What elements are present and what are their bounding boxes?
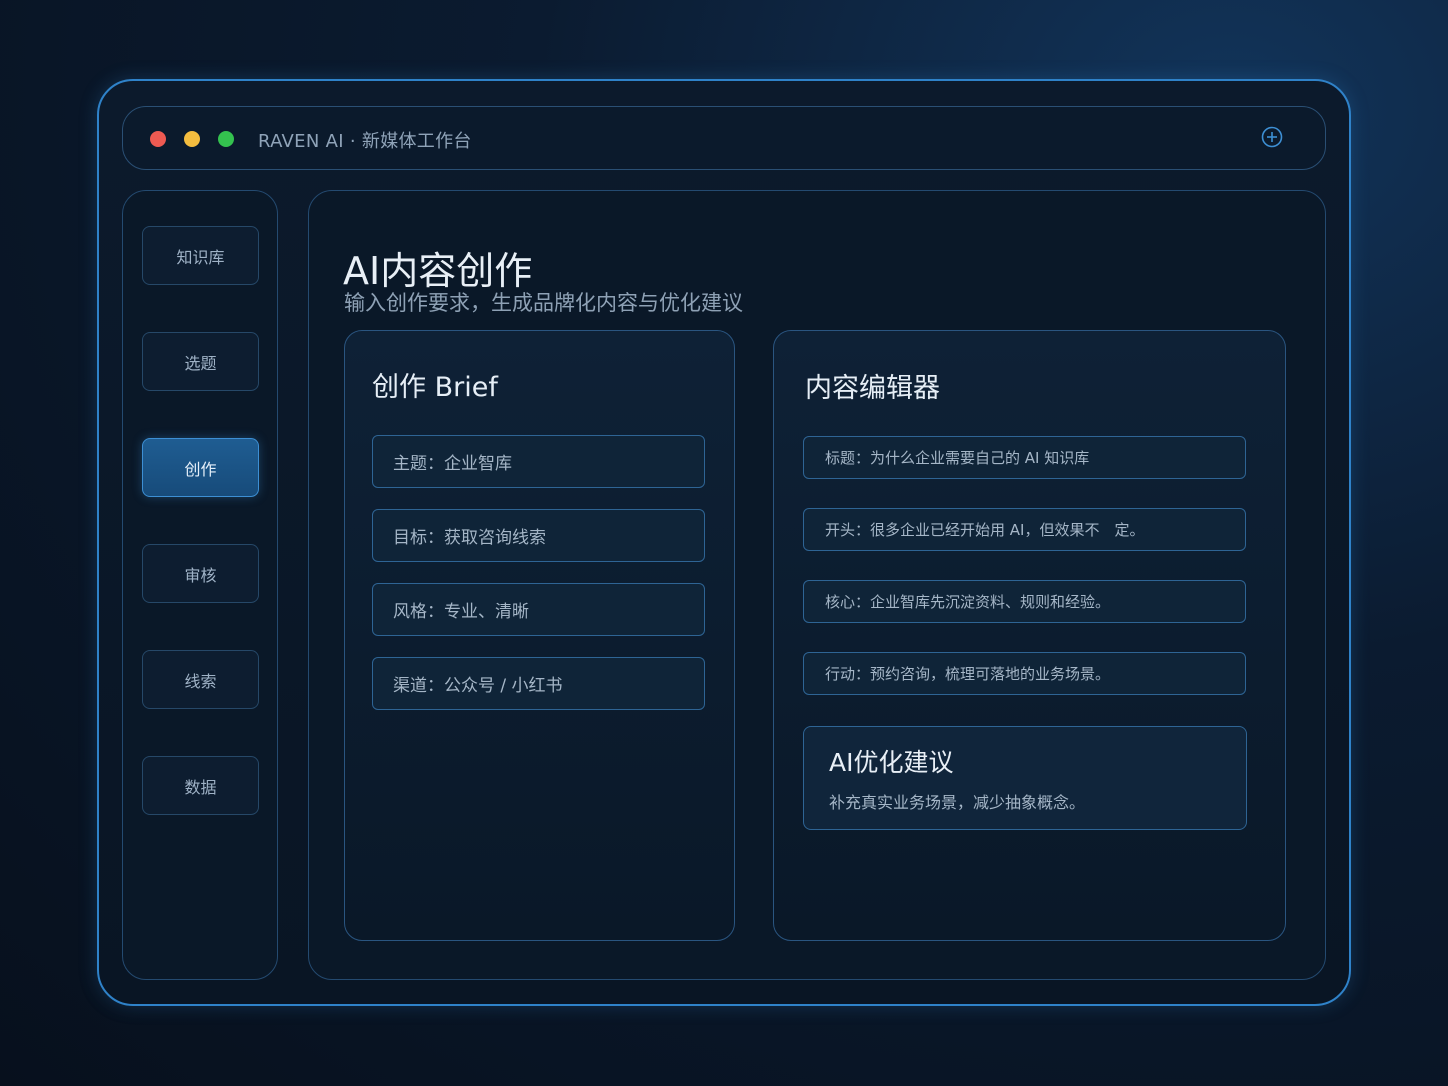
brief-style-field[interactable]: 风格：专业、清晰	[372, 583, 705, 636]
editor-card-title: 内容编辑器	[805, 373, 940, 404]
editor-card	[773, 330, 1286, 941]
ai-suggestion-title: AI优化建议	[829, 748, 954, 777]
sidebar-item-data[interactable]: 数据	[142, 756, 259, 815]
plus-circle-icon[interactable]	[1261, 126, 1283, 148]
sidebar-item-leads[interactable]: 线索	[142, 650, 259, 709]
brief-goal-field[interactable]: 目标：获取咨询线索	[372, 509, 705, 562]
maximize-window-button[interactable]	[218, 131, 234, 147]
app-title: RAVEN AI · 新媒体工作台	[258, 131, 472, 152]
brief-topic-field[interactable]: 主题：企业智库	[372, 435, 705, 488]
editor-action-field[interactable]: 行动：预约咨询，梳理可落地的业务场景。	[803, 652, 1246, 695]
page-subtitle: 输入创作要求，生成品牌化内容与优化建议	[344, 291, 743, 315]
ai-suggestion-body: 补充真实业务场景，减少抽象概念。	[829, 793, 1086, 812]
minimize-window-button[interactable]	[184, 131, 200, 147]
editor-headline-field[interactable]: 标题：为什么企业需要自己的 AI 知识库	[803, 436, 1246, 479]
editor-core-field[interactable]: 核心：企业智库先沉淀资料、规则和经验。	[803, 580, 1246, 623]
sidebar-item-review[interactable]: 审核	[142, 544, 259, 603]
sidebar-item-create[interactable]: 创作	[142, 438, 259, 497]
sidebar-item-topics[interactable]: 选题	[142, 332, 259, 391]
sidebar-item-knowledge-base[interactable]: 知识库	[142, 226, 259, 285]
brief-channel-field[interactable]: 渠道：公众号 / 小红书	[372, 657, 705, 710]
editor-opening-field[interactable]: 开头：很多企业已经开始用 AI，但效果不 定。	[803, 508, 1246, 551]
brief-card-title: 创作 Brief	[372, 372, 498, 403]
close-window-button[interactable]	[150, 131, 166, 147]
